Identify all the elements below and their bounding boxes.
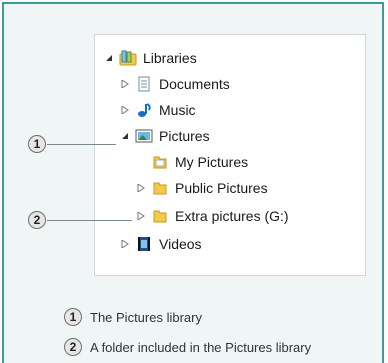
tree-item-extra-pictures[interactable]: Extra pictures (G:): [135, 205, 289, 227]
tree-item-label: Videos: [159, 236, 202, 252]
pictures-icon: [135, 128, 153, 144]
libraries-icon: [119, 50, 137, 66]
tree-item-label: Pictures: [159, 128, 210, 144]
folder-icon: [151, 208, 169, 224]
legend-item-1: 1 The Pictures library: [64, 308, 202, 326]
tree-item-videos[interactable]: Videos: [119, 233, 202, 255]
callout-1-marker: 1: [28, 135, 46, 153]
tree-item-label: My Pictures: [175, 154, 249, 170]
folder-icon: [151, 154, 169, 170]
navigation-tree: Libraries Documents Music Pictures My Pi…: [94, 34, 366, 276]
folder-icon: [151, 180, 169, 196]
tree-item-label: Music: [159, 102, 196, 118]
videos-icon: [135, 236, 153, 252]
documents-icon: [135, 76, 153, 92]
tree-item-music[interactable]: Music: [119, 99, 196, 121]
tree-item-label: Libraries: [143, 50, 197, 66]
collapsed-arrow-icon[interactable]: [135, 182, 147, 194]
legend-item-2: 2 A folder included in the Pictures libr…: [64, 338, 311, 356]
callout-1-line: [47, 144, 116, 145]
expanded-arrow-icon[interactable]: [119, 130, 131, 142]
legend-2-text: A folder included in the Pictures librar…: [90, 339, 312, 355]
collapsed-arrow-icon[interactable]: [119, 104, 131, 116]
collapsed-arrow-icon[interactable]: [135, 210, 147, 222]
collapsed-arrow-icon[interactable]: [119, 238, 131, 250]
music-icon: [135, 102, 153, 118]
expanded-arrow-icon[interactable]: [103, 52, 115, 64]
tree-item-label: Documents: [159, 76, 230, 92]
tree-item-label: Public Pictures: [175, 180, 268, 196]
tree-item-public-pictures[interactable]: Public Pictures: [135, 177, 268, 199]
legend-1-marker: 1: [64, 308, 82, 326]
callout-2-line: [47, 220, 132, 221]
tree-item-label: Extra pictures (G:): [175, 208, 289, 224]
collapsed-arrow-icon[interactable]: [119, 78, 131, 90]
callout-2-marker: 2: [28, 211, 46, 229]
tree-item-documents[interactable]: Documents: [119, 73, 230, 95]
legend-1-text: The Pictures library: [90, 309, 202, 325]
figure-frame: Libraries Documents Music Pictures My Pi…: [2, 2, 384, 363]
tree-item-pictures[interactable]: Pictures: [119, 125, 210, 147]
tree-item-libraries[interactable]: Libraries: [103, 47, 197, 69]
legend-2-marker: 2: [64, 338, 82, 356]
tree-item-my-pictures[interactable]: My Pictures: [151, 151, 248, 173]
